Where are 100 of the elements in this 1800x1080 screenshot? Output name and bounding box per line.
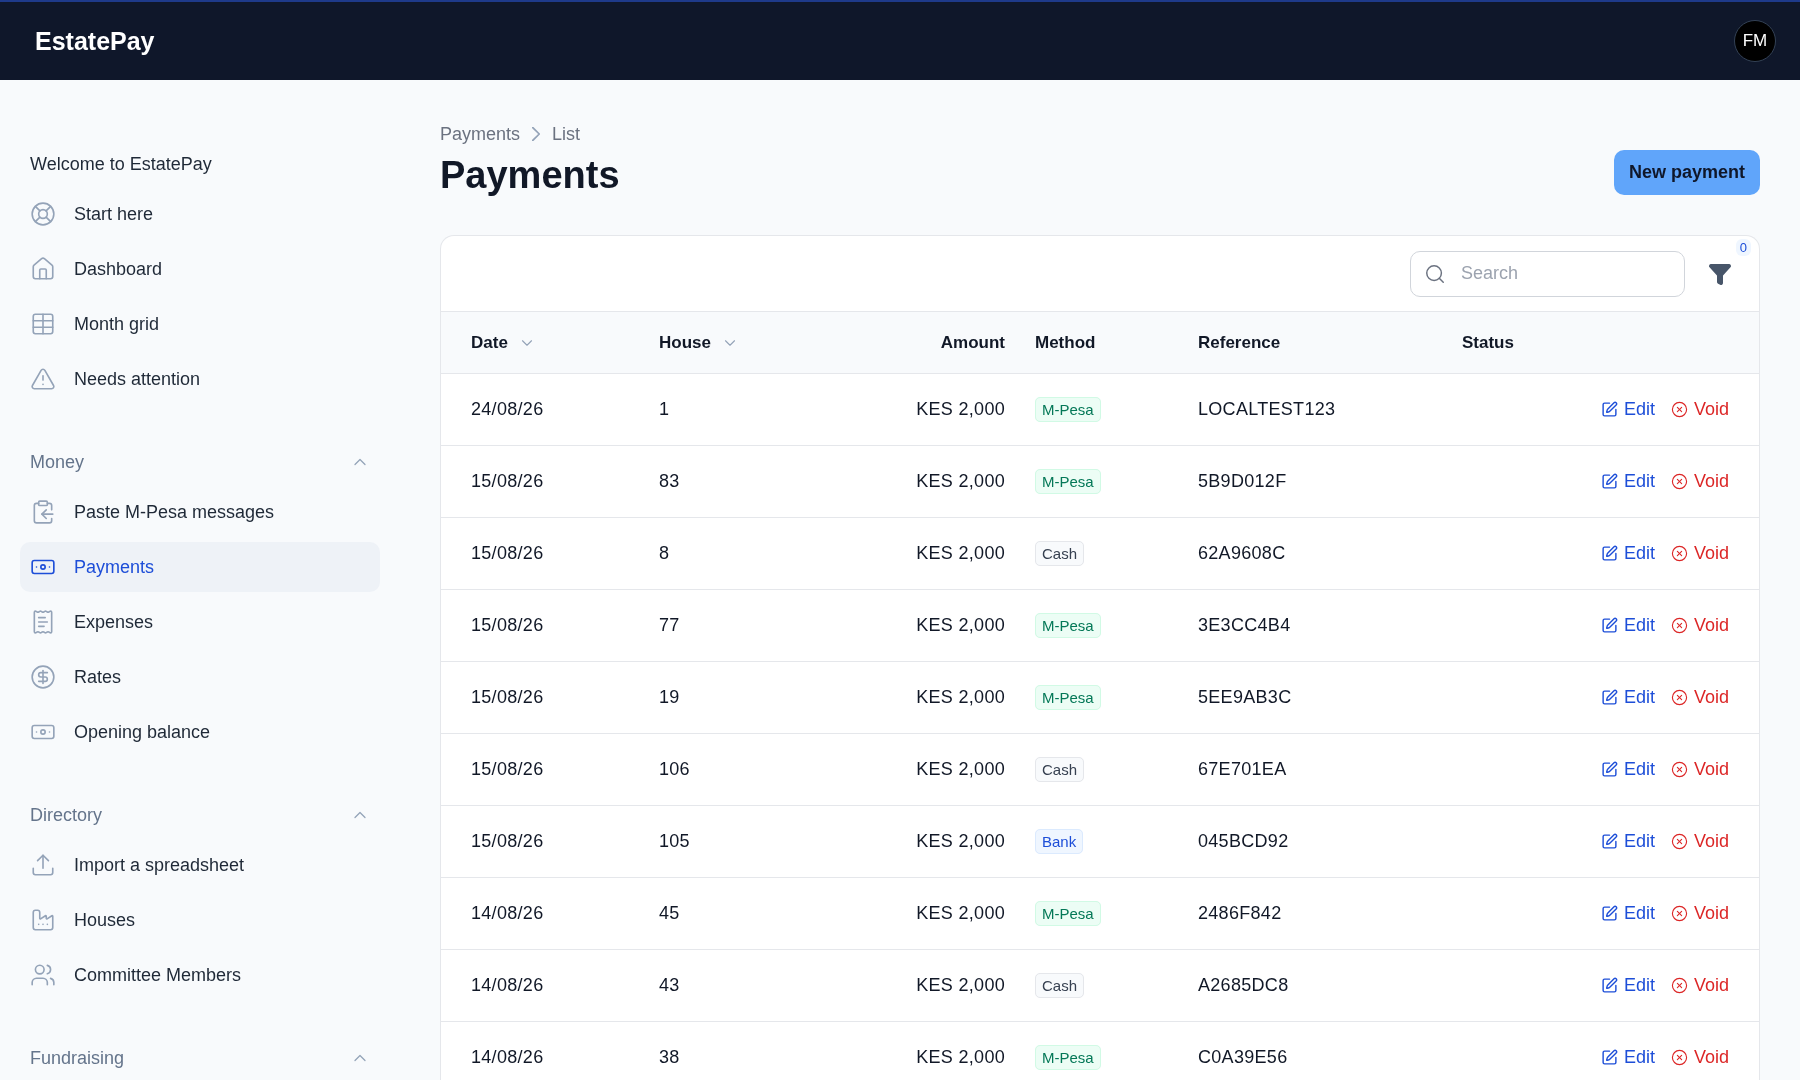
edit-link[interactable]: Edit	[1600, 1047, 1655, 1068]
edit-link[interactable]: Edit	[1600, 759, 1655, 780]
table-icon	[30, 311, 56, 337]
warning-icon	[30, 366, 56, 392]
table-cell-text: KES 2,000	[915, 975, 1006, 996]
chevron-right-icon	[532, 127, 541, 141]
table-cell-text: 15/08/26	[471, 615, 545, 636]
sidebar-item[interactable]: Paste M-Pesa messages	[20, 487, 380, 537]
lifebuoy-icon	[30, 201, 56, 227]
table-cell-text: 38	[659, 1047, 681, 1068]
void-link[interactable]: Void	[1670, 831, 1729, 852]
page-title: Payments	[440, 154, 620, 197]
table-cell-text: 67E701EA	[1198, 759, 1288, 780]
sidebar-item[interactable]: Committee Members	[20, 950, 380, 1000]
table-cell-text: LOCALTEST123	[1198, 399, 1337, 420]
edit-link[interactable]: Edit	[1600, 543, 1655, 564]
search-field[interactable]: Search	[1410, 250, 1685, 297]
new-payment-button[interactable]: New payment	[1613, 150, 1760, 195]
table-cell-text: 14/08/26	[471, 975, 545, 996]
edit-icon	[1600, 401, 1618, 418]
void-link[interactable]: Void	[1670, 759, 1729, 780]
table-cell-text: KES 2,000	[915, 759, 1006, 780]
sidebar-item[interactable]: Payments	[20, 542, 380, 592]
breadcrumb-link[interactable]: Payments	[440, 123, 521, 145]
table-cell-text: A2685DC8	[1198, 975, 1290, 996]
close-circle-icon	[1670, 545, 1688, 562]
section-toggle[interactable]: Money	[20, 442, 380, 482]
sidebar-item[interactable]: Start here	[20, 189, 380, 239]
table-cell-text: 5B9D012F	[1198, 471, 1288, 492]
section-title: Directory	[30, 804, 102, 826]
table-cell-text: 8	[659, 543, 671, 564]
table-cell-text: KES 2,000	[915, 399, 1006, 420]
edit-link[interactable]: Edit	[1600, 687, 1655, 708]
table-cell-text: 15/08/26	[471, 471, 545, 492]
table-cell-text: 45	[659, 903, 681, 924]
building-icon	[30, 907, 56, 933]
column-header[interactable]: Date	[471, 332, 508, 353]
table-cell-text: KES 2,000	[915, 615, 1006, 636]
edit-icon	[1600, 473, 1618, 490]
breadcrumb-link[interactable]: List	[552, 123, 581, 145]
table-cell-text: 83	[659, 471, 681, 492]
column-header[interactable]: House	[659, 332, 711, 353]
edit-link[interactable]: Edit	[1600, 975, 1655, 996]
void-link[interactable]: Void	[1670, 687, 1729, 708]
void-link[interactable]: Void	[1670, 471, 1729, 492]
void-link[interactable]: Void	[1670, 615, 1729, 636]
method-tag: M-Pesa	[1035, 612, 1101, 638]
void-link[interactable]: Void	[1670, 903, 1729, 924]
edit-icon	[1600, 761, 1618, 778]
column-header: Method	[1035, 332, 1096, 353]
column-header: Reference	[1198, 332, 1281, 353]
filter-count: 0	[1735, 238, 1751, 256]
void-link[interactable]: Void	[1670, 975, 1729, 996]
close-circle-icon	[1670, 617, 1688, 634]
method-tag: Cash	[1035, 756, 1085, 782]
method-tag: Cash	[1035, 540, 1085, 566]
edit-icon	[1600, 545, 1618, 562]
edit-link[interactable]: Edit	[1600, 615, 1655, 636]
sidebar-item[interactable]: Rates	[20, 652, 380, 702]
close-circle-icon	[1670, 761, 1688, 778]
search-icon	[1424, 262, 1446, 285]
user-avatar[interactable]: FM	[1734, 20, 1776, 62]
method-tag: Cash	[1035, 972, 1085, 998]
sidebar-item[interactable]: Houses	[20, 895, 380, 945]
edit-icon	[1600, 617, 1618, 634]
sidebar-item[interactable]: Month grid	[20, 299, 380, 349]
table-cell-text: 43	[659, 975, 681, 996]
void-link[interactable]: Void	[1670, 543, 1729, 564]
upload-icon	[30, 852, 56, 878]
table-cell-text: KES 2,000	[915, 1047, 1006, 1068]
dollar-icon	[30, 664, 56, 690]
sidebar-item[interactable]: Opening balance	[20, 707, 380, 757]
table-cell-text: 14/08/26	[471, 903, 545, 924]
sidebar-item[interactable]: Expenses	[20, 597, 380, 647]
sidebar-item[interactable]: Dashboard	[20, 244, 380, 294]
section-toggle[interactable]: Directory	[20, 795, 380, 835]
table-cell-text: C0A39E56	[1198, 1047, 1289, 1068]
table-cell-text: 105	[659, 831, 691, 852]
table-cell-text: 3E3CC4B4	[1198, 615, 1292, 636]
method-tag: Bank	[1035, 828, 1084, 854]
edit-link[interactable]: Edit	[1600, 471, 1655, 492]
edit-link[interactable]: Edit	[1600, 831, 1655, 852]
edit-link[interactable]: Edit	[1600, 399, 1655, 420]
method-tag: M-Pesa	[1035, 1044, 1101, 1070]
sidebar-item[interactable]: Import a spreadsheet	[20, 840, 380, 890]
close-circle-icon	[1670, 977, 1688, 994]
close-circle-icon	[1670, 473, 1688, 490]
section-toggle[interactable]: Fundraising	[20, 1038, 380, 1078]
void-link[interactable]: Void	[1670, 399, 1729, 420]
section-title: Fundraising	[30, 1047, 125, 1069]
table-cell-text: 106	[659, 759, 691, 780]
table-cell-text: 15/08/26	[471, 759, 545, 780]
home-icon	[30, 256, 56, 282]
table-cell-text: 5EE9AB3C	[1198, 687, 1293, 708]
void-link[interactable]: Void	[1670, 1047, 1729, 1068]
sidebar-item[interactable]: Needs attention	[20, 354, 380, 404]
close-circle-icon	[1670, 1049, 1688, 1066]
table-cell-text: KES 2,000	[915, 543, 1006, 564]
edit-link[interactable]: Edit	[1600, 903, 1655, 924]
filter-icon[interactable]	[1708, 261, 1732, 286]
